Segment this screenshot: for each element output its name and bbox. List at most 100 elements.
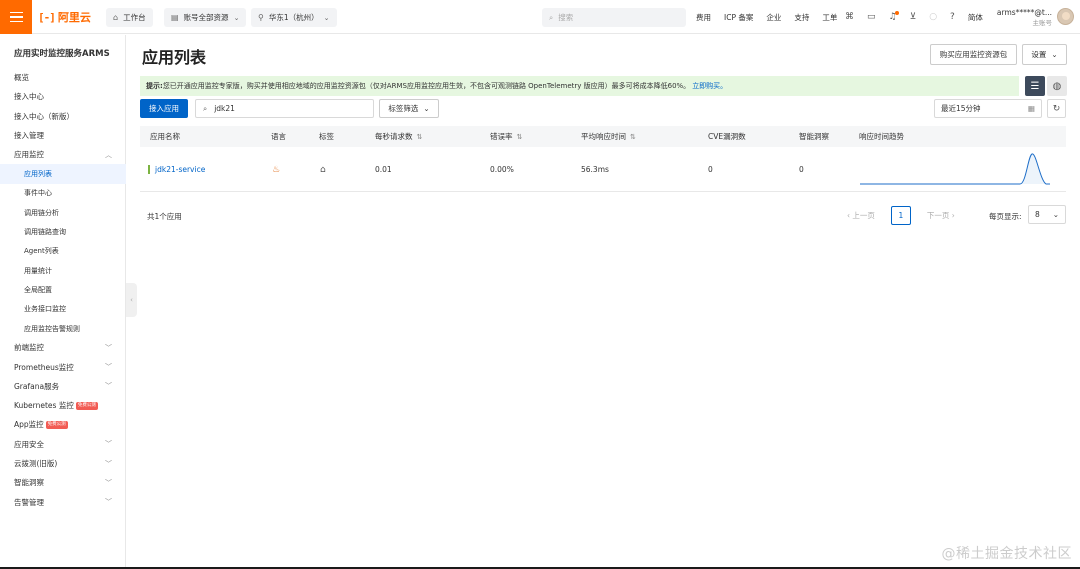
free-trial-badge: 免费公测 bbox=[45, 420, 68, 429]
region-dropdown[interactable]: ⚲ 华东1（杭州） ⌄ bbox=[251, 8, 337, 27]
sidebar-item[interactable]: Prometheus监控 ﹀ bbox=[0, 357, 126, 376]
hamburger-menu-icon[interactable] bbox=[0, 0, 32, 34]
prev-page-button[interactable]: ‹ 上一页 bbox=[847, 210, 875, 221]
chevron-down-icon: ﹀ bbox=[105, 382, 112, 391]
cve-value: 0 bbox=[708, 165, 713, 174]
resource-group-dropdown[interactable]: ▤ 账号全部资源 ⌄ bbox=[164, 8, 247, 27]
link-icp[interactable]: ICP 备案 bbox=[724, 12, 753, 23]
add-app-button[interactable]: 接入应用 bbox=[140, 99, 188, 118]
app-search-input[interactable]: ⌕ jdk21 bbox=[195, 99, 374, 118]
sparkline-chart bbox=[860, 152, 1050, 184]
sidebar-item[interactable]: 接入中心 bbox=[0, 87, 126, 106]
tag-filter-label: 标签筛选 bbox=[388, 104, 419, 113]
link-fee[interactable]: 费用 bbox=[696, 12, 711, 23]
col-error-rate[interactable]: 错误率 ⇅ bbox=[490, 126, 522, 147]
sidebar-item[interactable]: 应用监控 ︿ bbox=[0, 145, 126, 164]
sidebar-item[interactable]: 智能洞察 ﹀ bbox=[0, 473, 126, 492]
calendar-icon: ▦ bbox=[1027, 104, 1035, 113]
per-page-label: 每页显示: bbox=[989, 212, 1022, 221]
sidebar-item[interactable]: 用量统计 bbox=[0, 261, 126, 280]
bell-icon[interactable]: ♫ bbox=[889, 11, 899, 22]
account-info[interactable]: arms*****@t... 主账号 bbox=[997, 7, 1052, 29]
sidebar-item[interactable]: 应用列表 bbox=[0, 164, 126, 184]
buy-now-link[interactable]: 立即购买。 bbox=[692, 81, 727, 91]
region-label: 华东1（杭州） bbox=[268, 13, 319, 22]
aliyun-logo[interactable]: [-] 阿里云 bbox=[38, 10, 91, 25]
app-table: 应用名称 语言 标签 每秒请求数 ⇅ 错误率 ⇅ 平均响应时间 ⇅ CVE漏洞数 智能… bbox=[140, 126, 1066, 192]
app-name-link[interactable]: jdk21-service bbox=[148, 165, 205, 174]
insight-value: 0 bbox=[799, 165, 804, 174]
sidebar-item[interactable]: Kubernetes 监控 免费公测 bbox=[0, 396, 126, 415]
sidebar-item[interactable]: 调用链路查询 bbox=[0, 222, 126, 241]
sidebar-item[interactable]: 云拨测(旧版) ﹀ bbox=[0, 454, 126, 473]
buy-resource-pack-button[interactable]: 购买应用监控资源包 bbox=[930, 44, 1017, 65]
help-icon[interactable]: ? bbox=[950, 12, 955, 22]
list-view-icon[interactable]: ☰ bbox=[1025, 76, 1045, 96]
sidebar-item-label: 调用链路查询 bbox=[24, 228, 66, 237]
refresh-icon[interactable]: ↻ bbox=[1047, 99, 1066, 118]
resource-group-label: 账号全部资源 bbox=[183, 13, 229, 22]
terminal-icon[interactable]: ▭ bbox=[867, 12, 876, 22]
sidebar-item[interactable]: App监控 免费公测 bbox=[0, 415, 126, 434]
sidebar-item[interactable]: 事件中心 bbox=[0, 184, 126, 203]
col-tags: 标签 bbox=[319, 132, 334, 141]
sidebar-item[interactable]: 调用链分析 bbox=[0, 203, 126, 222]
sidebar-item[interactable]: 接入中心（新版） bbox=[0, 107, 126, 126]
sidebar-item[interactable]: 全局配置 bbox=[0, 280, 126, 299]
notice-prefix: 提示: bbox=[146, 82, 163, 90]
avatar[interactable] bbox=[1057, 8, 1074, 25]
link-support[interactable]: 支持 bbox=[794, 12, 809, 23]
chevron-down-icon: ⌄ bbox=[1052, 210, 1059, 219]
search-icon: ⌕ bbox=[549, 12, 554, 22]
page-1-button[interactable]: 1 bbox=[890, 206, 911, 225]
sidebar: 应用实时监控服务ARMS 概览 接入中心 接入中心（新版） 接入管理 应用监控 ︿ 应用列表… bbox=[0, 35, 126, 569]
next-page-button[interactable]: 下一页 › bbox=[927, 210, 955, 221]
cloud-shell-icon[interactable]: ⌘ bbox=[845, 12, 854, 22]
workbench-button[interactable]: ⌂ 工作台 bbox=[106, 8, 153, 27]
global-search-input[interactable]: ⌕ 搜索 bbox=[542, 8, 686, 27]
settings-dropdown[interactable]: 设置 ⌄ bbox=[1022, 44, 1067, 65]
workbench-label: 工作台 bbox=[123, 13, 146, 22]
sidebar-item[interactable]: 业务接口监控 bbox=[0, 300, 126, 319]
time-range-label: 最近15分钟 bbox=[941, 104, 981, 113]
tag-icon[interactable]: ⌂ bbox=[320, 147, 326, 192]
chevron-down-icon: ﹀ bbox=[105, 459, 112, 468]
col-avg-rt[interactable]: 平均响应时间 ⇅ bbox=[581, 126, 636, 147]
sidebar-item-label: 用量统计 bbox=[24, 266, 52, 275]
chevron-down-icon: ⌄ bbox=[1051, 50, 1058, 59]
sidebar-item-label: Agent列表 bbox=[24, 247, 59, 256]
globe-view-icon[interactable]: ◍ bbox=[1047, 76, 1067, 96]
sidebar-item-label: 接入管理 bbox=[14, 131, 44, 141]
language-switch[interactable]: 简体 bbox=[968, 12, 983, 23]
link-enterprise[interactable]: 企业 bbox=[766, 12, 781, 23]
home-icon: ⌂ bbox=[113, 13, 119, 22]
sidebar-item-label: 前端监控 bbox=[14, 343, 44, 353]
resource-icon: ▤ bbox=[171, 13, 179, 22]
cart-icon[interactable]: ⊻ bbox=[910, 12, 917, 22]
sidebar-item[interactable]: 概览 bbox=[0, 68, 126, 87]
lightbulb-icon[interactable]: ○ bbox=[929, 12, 937, 22]
tag-filter-dropdown[interactable]: 标签筛选 ⌄ bbox=[379, 99, 439, 118]
sidebar-item[interactable]: 告警管理 ﹀ bbox=[0, 493, 126, 512]
sidebar-item[interactable]: 应用安全 ﹀ bbox=[0, 435, 126, 454]
col-app-name: 应用名称 bbox=[150, 132, 180, 141]
avg-rt-value: 56.3ms bbox=[581, 165, 609, 174]
sidebar-item-label: 应用监控告警规则 bbox=[24, 324, 80, 333]
time-range-picker[interactable]: 最近15分钟 ▦ bbox=[934, 99, 1042, 118]
notice-banner: 提示: 您已开通应用监控专家版，购买并使用相应地域的应用监控资源包（仅对ARMS… bbox=[140, 76, 1019, 96]
location-icon: ⚲ bbox=[258, 13, 264, 22]
chevron-down-icon: ﹀ bbox=[105, 478, 112, 487]
search-icon: ⌕ bbox=[203, 103, 208, 113]
sidebar-item[interactable]: 前端监控 ﹀ bbox=[0, 338, 126, 357]
sidebar-item[interactable]: 应用监控告警规则 bbox=[0, 319, 126, 338]
rt-trend-sparkline bbox=[860, 147, 1050, 192]
sidebar-item-label: Kubernetes 监控 bbox=[14, 401, 74, 411]
sidebar-item[interactable]: 接入管理 bbox=[0, 126, 126, 145]
sidebar-item[interactable]: Grafana服务 ﹀ bbox=[0, 377, 126, 396]
sidebar-item-label: 应用监控 bbox=[14, 150, 44, 160]
sidebar-item-label: 接入中心 bbox=[14, 92, 44, 102]
sidebar-item[interactable]: Agent列表 bbox=[0, 242, 126, 261]
per-page-select[interactable]: 8 ⌄ bbox=[1028, 205, 1066, 224]
col-rps[interactable]: 每秒请求数 ⇅ bbox=[375, 126, 422, 147]
link-ticket[interactable]: 工单 bbox=[822, 12, 837, 23]
